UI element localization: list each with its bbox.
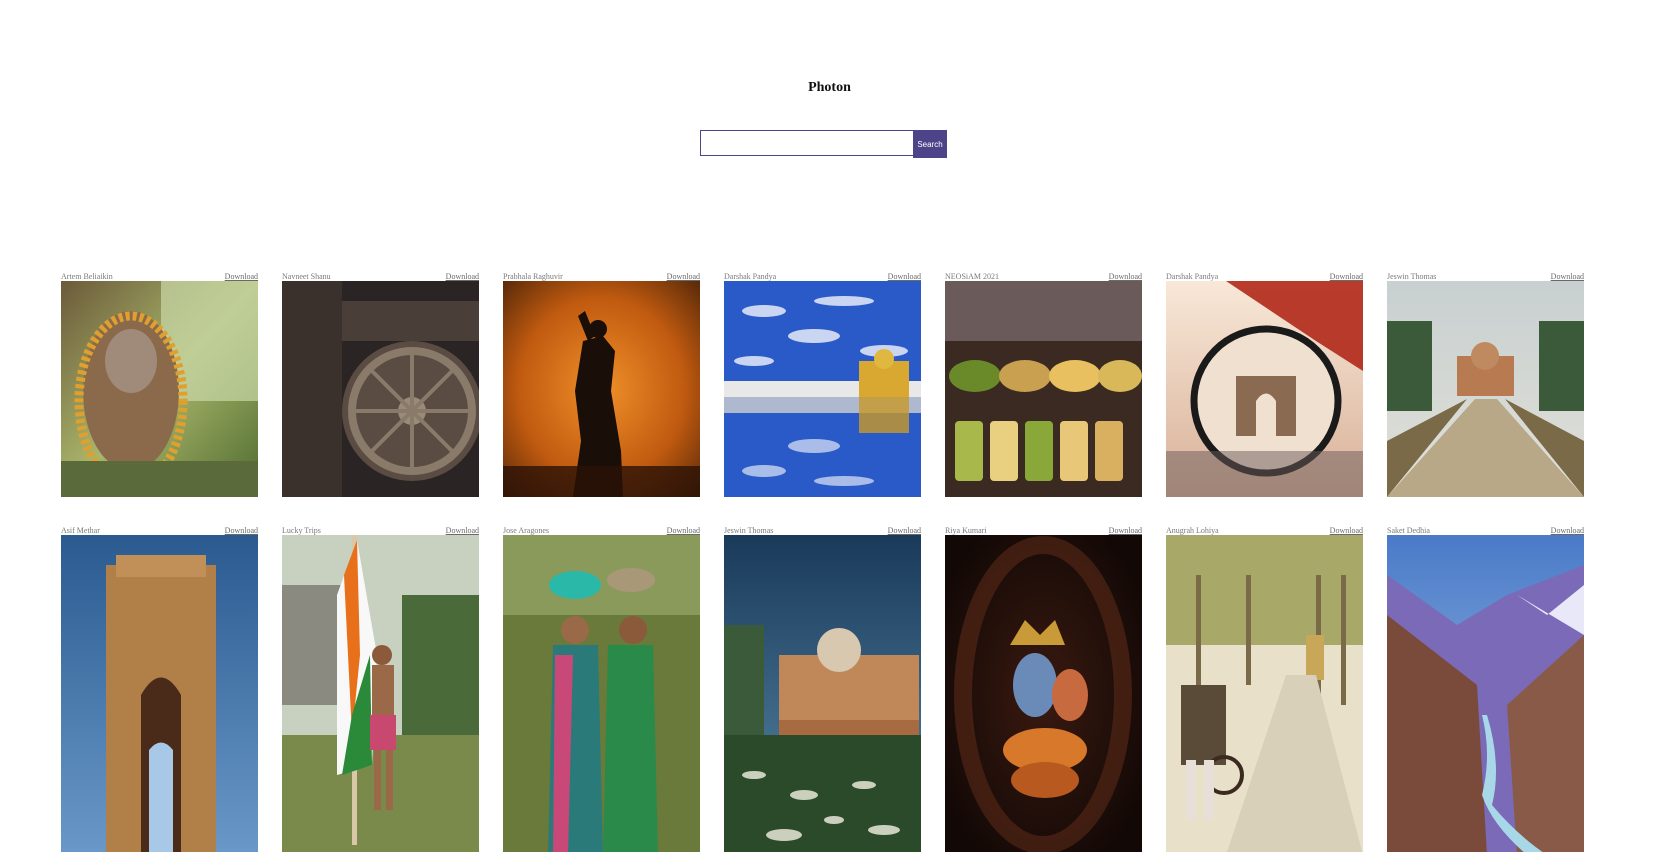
photo-ganesha-idol[interactable] bbox=[61, 281, 258, 497]
download-link[interactable]: Download bbox=[1551, 272, 1584, 281]
search-button[interactable]: Search bbox=[913, 130, 947, 158]
photo-author: Saket Dedhia bbox=[1387, 526, 1430, 535]
download-link[interactable]: Download bbox=[667, 272, 700, 281]
photo-card: Darshak Pandya Download bbox=[724, 270, 921, 497]
photo-card: NEOSiAM 2021 Download bbox=[945, 270, 1142, 497]
photo-author: Jose Aragones bbox=[503, 526, 549, 535]
download-link[interactable]: Download bbox=[1551, 526, 1584, 535]
photo-safdarjung-tomb-avenue[interactable] bbox=[1387, 281, 1584, 497]
photo-author: Asif Methar bbox=[61, 526, 100, 535]
photo-spice-market[interactable] bbox=[945, 281, 1142, 497]
download-link[interactable]: Download bbox=[446, 526, 479, 535]
photo-krishna-idol[interactable] bbox=[945, 535, 1142, 852]
photo-fire-ritual-silhouette[interactable] bbox=[503, 281, 700, 497]
photo-card: Darshak Pandya Download bbox=[1166, 270, 1363, 497]
download-link[interactable]: Download bbox=[1330, 272, 1363, 281]
photo-card: Lucky Trips Download bbox=[282, 524, 479, 852]
photo-grid: Artem Beliaikin Download Navneet Shanu D… bbox=[61, 270, 1601, 852]
photo-india-gate[interactable] bbox=[61, 535, 258, 852]
photo-meta: Artem Beliaikin Download bbox=[61, 270, 258, 281]
photo-author: Jeswin Thomas bbox=[724, 526, 774, 535]
download-link[interactable]: Download bbox=[888, 272, 921, 281]
photo-author: Riya Kumari bbox=[945, 526, 987, 535]
photo-card: Navneet Shanu Download bbox=[282, 270, 479, 497]
photo-author: Artem Beliaikin bbox=[61, 272, 113, 281]
photo-boy-with-flag[interactable] bbox=[282, 535, 479, 852]
photo-meta: Riya Kumari Download bbox=[945, 524, 1142, 535]
photo-meta: Prabhala Raghuvir Download bbox=[503, 270, 700, 281]
photo-golden-temple-reflection[interactable] bbox=[724, 281, 921, 497]
page: Photon Search Artem Beliaikin Download N… bbox=[0, 0, 1659, 852]
download-link[interactable]: Download bbox=[1109, 526, 1142, 535]
download-link[interactable]: Download bbox=[225, 526, 258, 535]
photo-women-carrying-baskets[interactable] bbox=[503, 535, 700, 852]
photo-meta: Jeswin Thomas Download bbox=[1387, 270, 1584, 281]
photo-card: Asif Methar Download bbox=[61, 524, 258, 852]
photo-meta: NEOSiAM 2021 Download bbox=[945, 270, 1142, 281]
photo-author: Darshak Pandya bbox=[724, 272, 777, 281]
photo-author: Navneet Shanu bbox=[282, 272, 331, 281]
photo-meta: Jose Aragones Download bbox=[503, 524, 700, 535]
download-link[interactable]: Download bbox=[225, 272, 258, 281]
download-link[interactable]: Download bbox=[1330, 526, 1363, 535]
photo-author: Darshak Pandya bbox=[1166, 272, 1219, 281]
photo-card: Saket Dedhia Download bbox=[1387, 524, 1584, 852]
photo-meta: Asif Methar Download bbox=[61, 524, 258, 535]
download-link[interactable]: Download bbox=[667, 526, 700, 535]
photo-card: Anugrah Lohiya Download bbox=[1166, 524, 1363, 852]
photo-meta: Darshak Pandya Download bbox=[724, 270, 921, 281]
photo-konark-wheel[interactable] bbox=[282, 281, 479, 497]
photo-meta: Lucky Trips Download bbox=[282, 524, 479, 535]
download-link[interactable]: Download bbox=[446, 272, 479, 281]
photo-meta: Darshak Pandya Download bbox=[1166, 270, 1363, 281]
photo-author: Jeswin Thomas bbox=[1387, 272, 1437, 281]
photo-card: Prabhala Raghuvir Download bbox=[503, 270, 700, 497]
photo-card: Jeswin Thomas Download bbox=[1387, 270, 1584, 497]
search-form: Search bbox=[700, 130, 947, 158]
photo-card: Jeswin Thomas Download bbox=[724, 524, 921, 852]
download-link[interactable]: Download bbox=[1109, 272, 1142, 281]
photo-card: Artem Beliaikin Download bbox=[61, 270, 258, 497]
photo-author: Prabhala Raghuvir bbox=[503, 272, 563, 281]
photo-meta: Jeswin Thomas Download bbox=[724, 524, 921, 535]
photo-mountain-valley-river[interactable] bbox=[1387, 535, 1584, 852]
photo-card: Riya Kumari Download bbox=[945, 524, 1142, 852]
photo-safdarjung-tomb-garden[interactable] bbox=[724, 535, 921, 852]
photo-meta: Navneet Shanu Download bbox=[282, 270, 479, 281]
download-link[interactable]: Download bbox=[888, 526, 921, 535]
photo-meta: Saket Dedhia Download bbox=[1387, 524, 1584, 535]
brand-title: Photon bbox=[808, 80, 851, 95]
photo-gateway-through-lens[interactable] bbox=[1166, 281, 1363, 497]
photo-author: Anugrah Lohiya bbox=[1166, 526, 1219, 535]
photo-author: NEOSiAM 2021 bbox=[945, 272, 1000, 281]
photo-card: Jose Aragones Download bbox=[503, 524, 700, 852]
photo-meta: Anugrah Lohiya Download bbox=[1166, 524, 1363, 535]
photo-bullock-cart-road[interactable] bbox=[1166, 535, 1363, 852]
photo-author: Lucky Trips bbox=[282, 526, 321, 535]
search-input[interactable] bbox=[700, 130, 913, 156]
